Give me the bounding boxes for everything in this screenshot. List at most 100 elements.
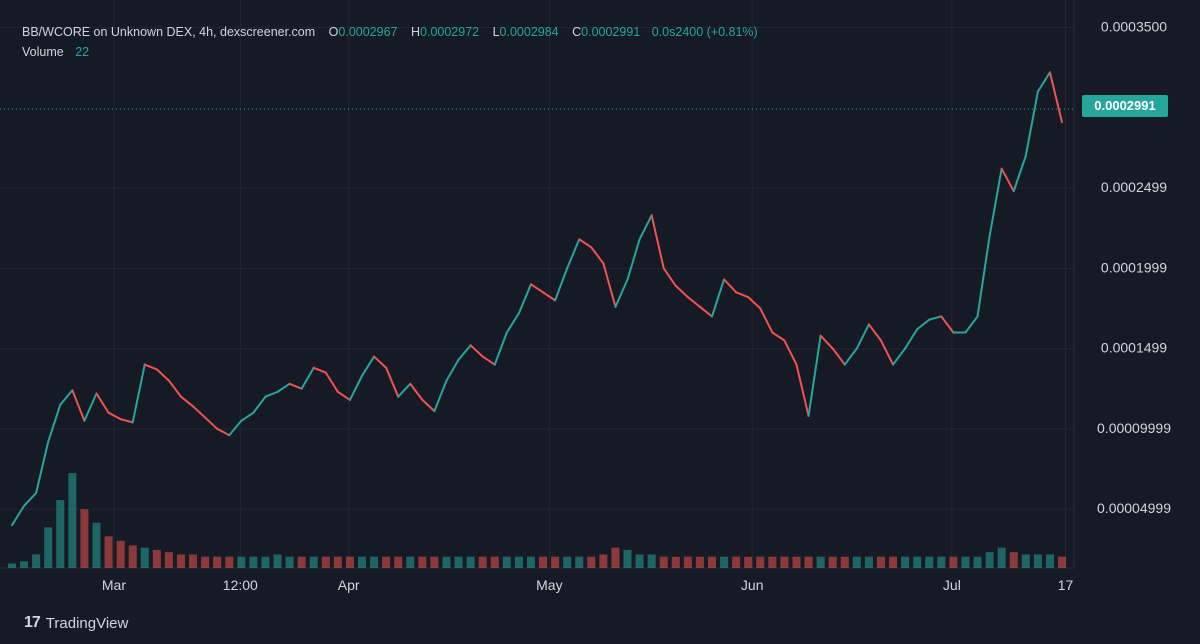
volume-bar: [1021, 554, 1030, 568]
volume-bar: [985, 552, 994, 568]
price-segment: [662, 267, 677, 287]
price-segment: [867, 323, 882, 342]
volume-bar: [925, 556, 934, 568]
price-chart[interactable]: 0.0003500 0.0002499 0.0001999 0.0001499 0.00…: [0, 0, 1200, 644]
price-segment: [421, 398, 436, 413]
price-segment: [650, 214, 665, 270]
volume-bar: [551, 556, 560, 568]
price-segment: [928, 315, 943, 321]
price-segment: [529, 283, 545, 294]
volume-bar: [309, 556, 318, 568]
price-segment: [1036, 71, 1051, 93]
volume-bar: [901, 556, 910, 568]
tradingview-logo-icon: 17: [24, 614, 41, 631]
volume-bar: [575, 556, 584, 568]
legend-volume-value: 22: [75, 45, 90, 59]
price-segment: [252, 395, 267, 414]
price-tick-label: 0.0001499: [1101, 340, 1167, 356]
price-segment: [602, 262, 617, 308]
volume-bar: [889, 556, 898, 568]
volume-bar: [261, 556, 270, 568]
price-segment: [288, 382, 303, 390]
volume-bar: [189, 554, 198, 568]
volume-bar: [840, 556, 849, 568]
price-tick-label: 0.00009999: [1097, 420, 1171, 436]
volume-bar: [720, 556, 729, 568]
price-segment: [807, 334, 822, 417]
legend-open-value: 0.0002967: [338, 25, 398, 39]
price-tick-label: 0.0002499: [1101, 179, 1167, 195]
volume-bar: [502, 556, 511, 568]
volume-bar: [140, 547, 149, 568]
volume-bar: [273, 554, 282, 568]
volume-bar: [478, 556, 487, 568]
volume-bar: [695, 556, 704, 568]
price-segment: [590, 246, 605, 265]
last-price-badge: 0.0002991: [1082, 95, 1168, 117]
volume-bar: [92, 522, 101, 568]
price-segment: [59, 389, 74, 406]
time-axis[interactable]: Mar 12:00 Apr May Jun Jul 17: [102, 577, 1074, 593]
volume-bar: [321, 556, 330, 568]
price-segment: [167, 379, 182, 398]
price-segment: [843, 347, 858, 366]
price-segment: [819, 334, 834, 350]
time-tick-label: Mar: [102, 577, 126, 593]
price-segment: [517, 283, 532, 315]
price-segment: [855, 323, 870, 350]
volume-bar: [792, 556, 801, 568]
price-segment: [409, 382, 424, 401]
volume-bar: [56, 500, 65, 568]
tradingview-logo-text: TradingView: [45, 614, 129, 632]
legend-volume-label: Volume: [22, 45, 64, 59]
volume-bar: [683, 556, 692, 568]
volume-bars: [8, 473, 1066, 568]
tradingview-logo[interactable]: 17 TradingView: [24, 614, 128, 632]
volume-bar: [1033, 554, 1042, 568]
price-tick-label: 0.00004999: [1097, 500, 1171, 516]
volume-bar: [587, 556, 596, 568]
legend-high-label: H: [410, 25, 421, 39]
volume-bar: [599, 554, 608, 568]
volume-bar: [80, 509, 89, 568]
price-segment: [47, 403, 62, 443]
legend-open-label: O: [328, 25, 339, 39]
chart-grid: [0, 0, 1075, 569]
price-segment: [554, 267, 569, 302]
price-segment: [578, 238, 593, 249]
time-tick-label: Jun: [741, 577, 764, 593]
price-segment: [626, 238, 641, 281]
time-tick-label: 12:00: [223, 577, 258, 593]
volume-bar: [8, 563, 16, 568]
volume-bar: [358, 556, 366, 568]
volume-bar: [864, 556, 873, 568]
volume-bar: [1009, 552, 1018, 568]
price-axis[interactable]: 0.0003500 0.0002499 0.0001999 0.0001499 0.00…: [1097, 18, 1171, 516]
price-segment: [686, 296, 701, 308]
price-segment: [747, 296, 762, 310]
price-segment: [1024, 90, 1039, 157]
volume-bar: [526, 556, 535, 568]
volume-bar: [635, 554, 644, 568]
volume-bar: [430, 556, 439, 568]
volume-bar: [913, 556, 922, 568]
price-tick-label: 0.0001999: [1101, 259, 1167, 275]
price-segment: [276, 382, 291, 393]
price-segment: [216, 427, 231, 437]
price-segment: [264, 390, 279, 398]
volume-bar: [659, 556, 668, 568]
price-segment: [904, 328, 919, 350]
price-segment: [457, 344, 472, 361]
volume-bar: [116, 540, 125, 568]
legend-title: BB/WCORE on Unknown DEX, 4h, dexscreener…: [22, 25, 316, 39]
volume-bar: [1045, 554, 1054, 568]
volume-bar: [20, 561, 29, 568]
time-tick-label: 17: [1058, 577, 1074, 593]
volume-bar: [213, 556, 222, 568]
price-segment: [614, 278, 629, 308]
volume-bar: [32, 554, 41, 568]
price-segment: [23, 492, 38, 507]
price-segment: [143, 363, 158, 371]
legend-close-label: C: [572, 25, 582, 39]
price-segment: [505, 312, 520, 334]
